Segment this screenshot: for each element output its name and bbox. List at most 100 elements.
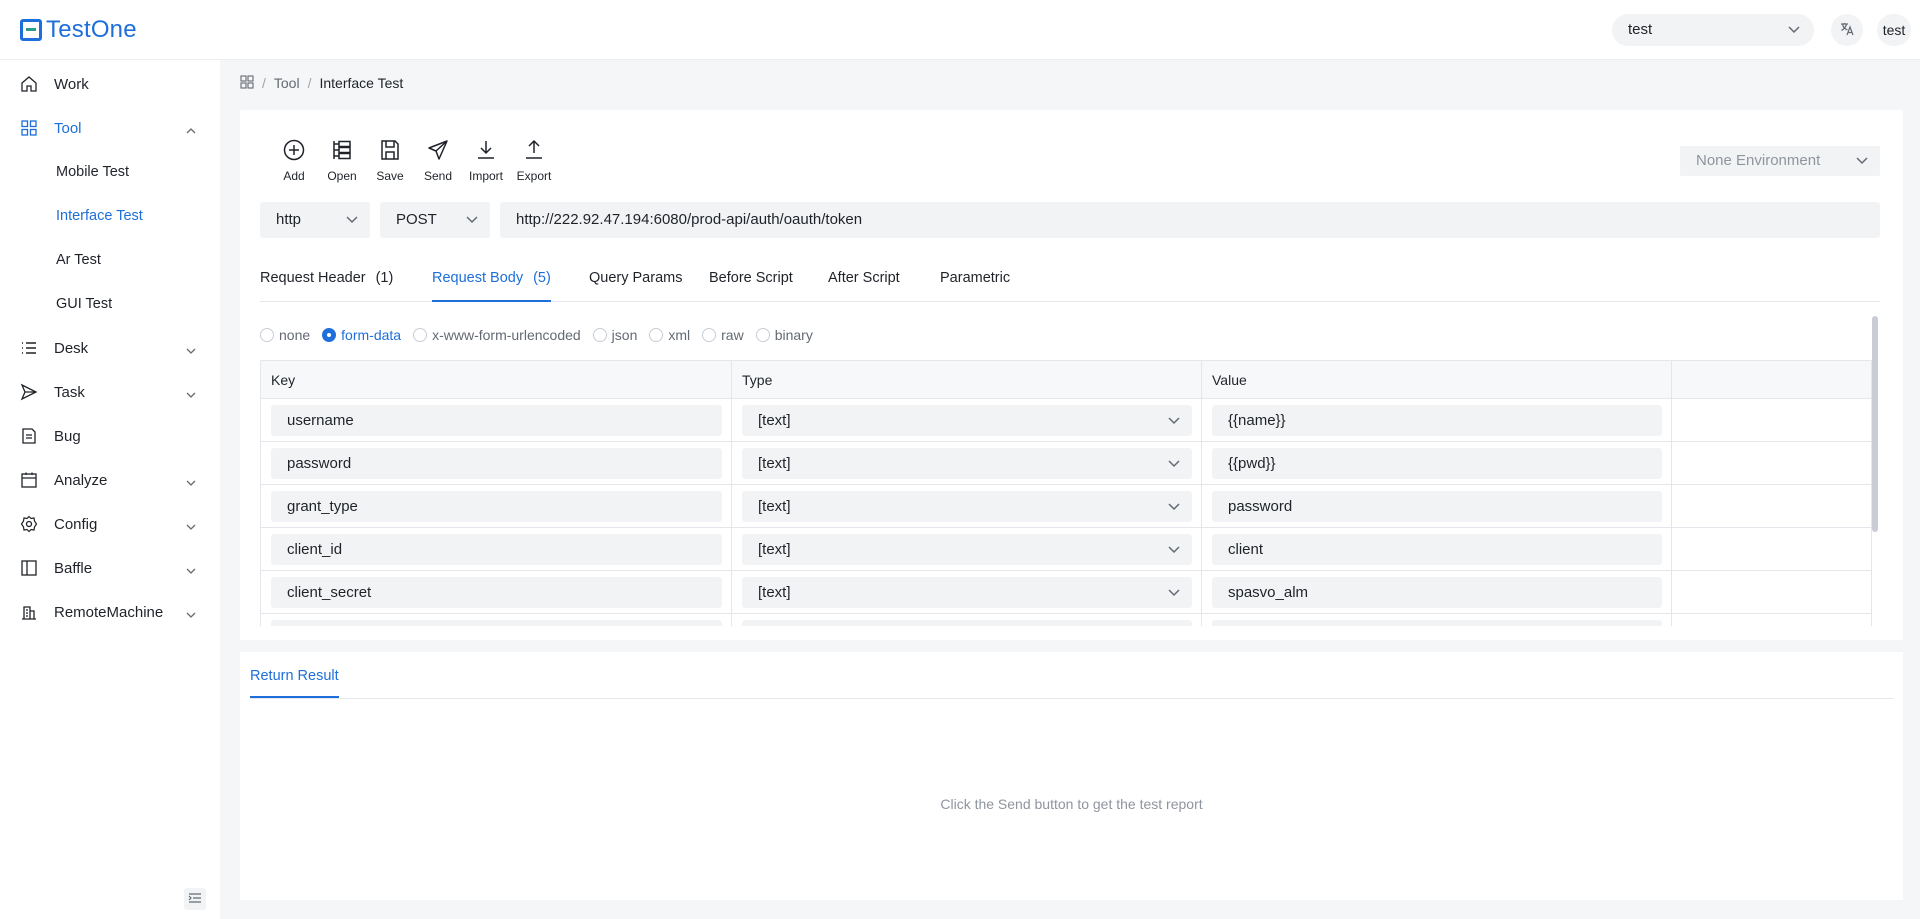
type-select[interactable]: [text] — [742, 491, 1192, 522]
language-button[interactable] — [1831, 14, 1863, 46]
sidebar-item-desk[interactable]: Desk — [0, 326, 220, 370]
radio-label: xml — [668, 327, 691, 343]
logo-icon — [20, 19, 42, 41]
type-value: [text] — [758, 541, 791, 558]
radio-x-www-form-urlencoded[interactable]: x-www-form-urlencoded — [413, 327, 581, 343]
value-input[interactable]: {{name}} — [1212, 405, 1662, 436]
result-panel: Return Result Click the Send button to g… — [240, 652, 1903, 900]
sidebar-subitem-ar-test[interactable]: Ar Test — [0, 238, 220, 282]
chevron-up-icon — [186, 123, 196, 134]
sidebar-subitem-mobile-test[interactable]: Mobile Test — [0, 150, 220, 194]
chevron-down-icon — [1168, 491, 1180, 533]
tab-count: (1) — [375, 270, 394, 286]
protocol-select[interactable]: http — [260, 202, 370, 238]
sidebar-item-tool[interactable]: Tool — [0, 106, 220, 150]
sidebar-item-baffle[interactable]: Baffle — [0, 546, 220, 590]
sidebar-item-remotemachine[interactable]: RemoteMachine — [0, 590, 220, 634]
collapse-icon — [188, 891, 202, 908]
type-select[interactable]: [text] — [742, 448, 1192, 479]
chevron-down-icon — [1168, 577, 1180, 619]
tab-label: Request Body — [432, 270, 524, 286]
breadcrumb: / Tool / Interface Test — [240, 74, 403, 92]
chevron-down-icon — [186, 475, 196, 486]
send-label: Send — [423, 169, 453, 183]
open-button[interactable]: Open — [320, 134, 364, 183]
chevron-down-icon — [1168, 405, 1180, 447]
value-input[interactable]: {{pwd}} — [1212, 448, 1662, 479]
tab-return-result[interactable]: Return Result — [250, 668, 339, 698]
type-value: [text] — [758, 584, 791, 601]
sidebar-item-bug[interactable]: Bug — [0, 414, 220, 458]
sidebar-subitem-interface-test[interactable]: Interface Test — [0, 194, 220, 238]
upload-icon — [522, 138, 546, 165]
export-button[interactable]: Export — [512, 134, 556, 183]
breadcrumb-tool[interactable]: Tool — [274, 75, 300, 91]
value-input[interactable] — [1212, 620, 1662, 626]
result-tab-divider — [250, 698, 1893, 699]
document-icon — [20, 427, 38, 445]
tab-query-params[interactable]: Query Params — [589, 270, 682, 302]
tab-before-script[interactable]: Before Script — [709, 270, 793, 302]
type-select[interactable]: [text] — [742, 577, 1192, 608]
project-select-value: test — [1628, 21, 1653, 38]
type-value: [text] — [758, 498, 791, 515]
import-button[interactable]: Import — [464, 134, 508, 183]
chevron-down-icon — [1168, 534, 1180, 576]
key-input[interactable]: client_id — [271, 534, 722, 565]
sidebar-collapse-button[interactable] — [184, 888, 206, 910]
method-select[interactable]: POST — [380, 202, 490, 238]
radio-label: form-data — [341, 327, 402, 343]
table-row: client_secret [text] spasvo_alm — [261, 571, 1871, 614]
send-button[interactable]: Send — [416, 134, 460, 183]
add-label: Add — [283, 169, 305, 183]
tab-parametric[interactable]: Parametric — [940, 270, 1010, 302]
app-name: TestOne — [46, 16, 137, 43]
key-input[interactable]: password — [271, 448, 722, 479]
radio-label: binary — [774, 327, 813, 343]
sidebar-item-label: Config — [54, 515, 98, 533]
app-logo[interactable]: TestOne — [20, 16, 137, 44]
radio-binary[interactable]: binary — [755, 327, 813, 343]
table-header: Key Type Value — [261, 361, 1871, 399]
type-select[interactable]: [text] — [742, 405, 1192, 436]
type-select[interactable] — [742, 620, 1192, 626]
table-row-partial — [261, 614, 1871, 626]
tab-request-body[interactable]: Request Body (5) — [432, 270, 551, 302]
sidebar-item-analyze[interactable]: Analyze — [0, 458, 220, 502]
open-label: Open — [327, 169, 357, 183]
server-icon — [20, 603, 38, 621]
sidebar-item-task[interactable]: Task — [0, 370, 220, 414]
breadcrumb-separator: / — [307, 75, 312, 91]
user-avatar[interactable]: test — [1877, 14, 1911, 46]
add-button[interactable]: Add — [272, 134, 316, 183]
chevron-down-icon — [1788, 14, 1800, 58]
apps-icon[interactable] — [240, 74, 254, 92]
value-input[interactable]: client — [1212, 534, 1662, 565]
send-icon — [426, 138, 450, 165]
tab-request-header[interactable]: Request Header (1) — [260, 270, 393, 302]
sidebar-item-config[interactable]: Config — [0, 502, 220, 546]
sidebar-subitem-gui-test[interactable]: GUI Test — [0, 282, 220, 326]
value-input[interactable]: spasvo_alm — [1212, 577, 1662, 608]
radio-circle — [755, 328, 770, 342]
project-select[interactable]: test — [1612, 14, 1814, 46]
save-button[interactable]: Save — [368, 134, 412, 183]
url-input[interactable]: http://222.92.47.194:6080/prod-api/auth/… — [500, 202, 1880, 238]
key-input[interactable]: username — [271, 405, 722, 436]
type-select[interactable]: [text] — [742, 534, 1192, 565]
radio-form-data[interactable]: form-data — [322, 327, 401, 343]
radio-none[interactable]: none — [260, 327, 310, 343]
table-scrollbar[interactable] — [1872, 316, 1878, 532]
radio-xml[interactable]: xml — [649, 327, 690, 343]
tab-after-script[interactable]: After Script — [828, 270, 900, 302]
key-input[interactable]: client_secret — [271, 577, 722, 608]
key-input[interactable] — [271, 620, 722, 626]
sidebar-item-work[interactable]: Work — [0, 62, 220, 106]
body-type-radio-group: none form-data x-www-form-urlencoded jso… — [260, 326, 825, 344]
value-input[interactable]: password — [1212, 491, 1662, 522]
radio-raw[interactable]: raw — [702, 327, 744, 343]
radio-json[interactable]: json — [592, 327, 637, 343]
home-icon — [20, 75, 38, 93]
key-input[interactable]: grant_type — [271, 491, 722, 522]
environment-select[interactable]: None Environment — [1680, 146, 1880, 176]
